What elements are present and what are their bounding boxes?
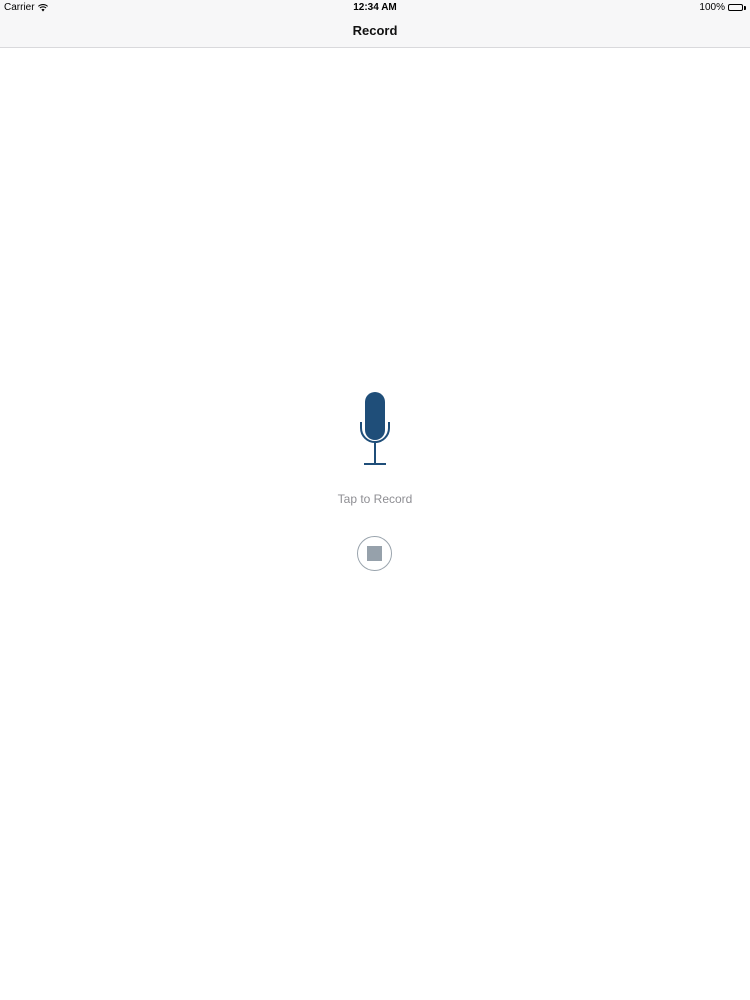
stop-button[interactable]	[357, 536, 392, 571]
status-time: 12:34 AM	[353, 2, 397, 13]
microphone-icon[interactable]	[355, 390, 395, 468]
status-bar: Carrier 12:34 AM 100%	[0, 0, 750, 15]
status-right: 100%	[699, 2, 746, 13]
battery-icon	[728, 4, 746, 11]
top-chrome: Carrier 12:34 AM 100% Record	[0, 0, 750, 48]
stop-icon	[367, 546, 382, 561]
battery-percent: 100%	[699, 2, 725, 13]
page-title: Record	[352, 23, 398, 38]
record-screen: Carrier 12:34 AM 100% Record Tap to Reco…	[0, 0, 750, 1000]
navigation-bar: Record	[0, 15, 750, 47]
record-hint-label: Tap to Record	[337, 492, 413, 506]
